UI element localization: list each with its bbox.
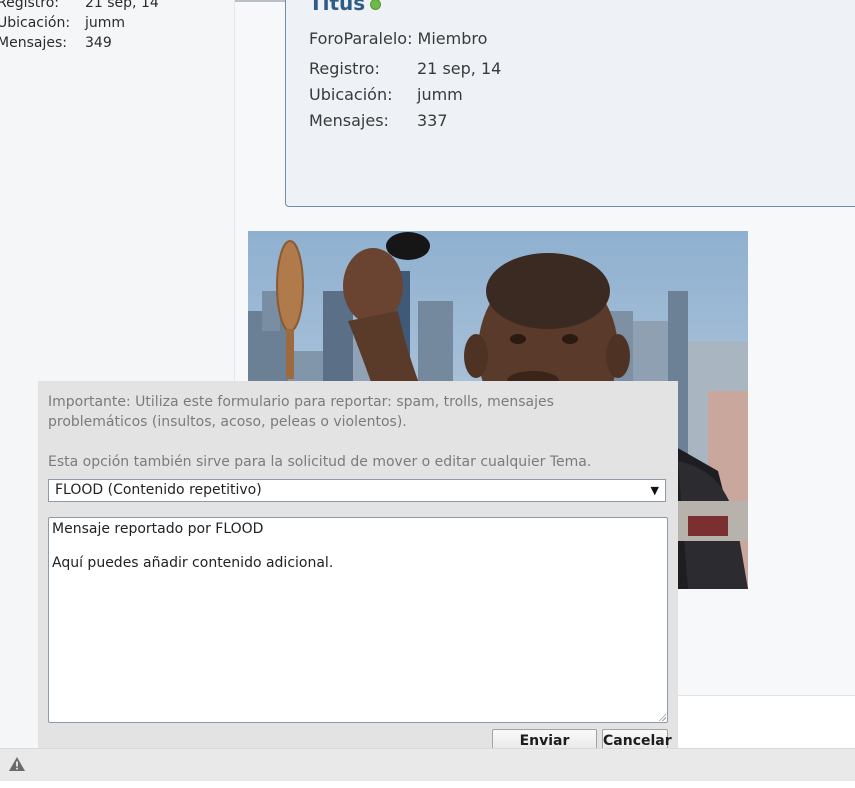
username-link[interactable]: Titus xyxy=(309,0,365,15)
move-note: Esta opción también sirve para la solici… xyxy=(48,454,592,470)
left-profile-info: Registro: 21 sep, 14 Ubicación: jumm Men… xyxy=(0,0,159,53)
bottom-toolbar xyxy=(0,748,855,781)
user-role: ForoParalelo: Miembro xyxy=(309,29,488,48)
card-info-value: jumm xyxy=(417,85,463,104)
card-info-row-registro: Registro: 21 sep, 14 xyxy=(309,56,501,82)
left-info-value: jumm xyxy=(85,15,126,31)
card-info-value: 337 xyxy=(417,111,448,130)
left-info-label: Mensajes: xyxy=(0,35,67,51)
left-info-label: Registro: xyxy=(0,0,60,11)
report-message-textarea[interactable]: Mensaje reportado por FLOOD Aquí puedes … xyxy=(48,517,668,723)
card-info-label: Ubicación: xyxy=(309,85,393,104)
message-line: Aquí puedes añadir contenido adicional. xyxy=(52,555,334,571)
user-name: Titus xyxy=(309,0,382,15)
left-info-value: 349 xyxy=(85,35,112,51)
important-note: Importante: Utiliza este formulario para… xyxy=(48,394,554,430)
left-info-value: 21 sep, 14 xyxy=(85,0,159,11)
online-status-icon xyxy=(370,0,382,10)
message-line: Mensaje reportado por FLOOD xyxy=(52,521,264,537)
card-info-label: Mensajes: xyxy=(309,111,389,130)
left-info-row-ubicacion: Ubicación: jumm xyxy=(0,13,159,33)
card-info-row-mensajes: Mensajes: 337 xyxy=(309,108,501,134)
resize-handle-icon[interactable] xyxy=(658,713,666,721)
left-info-row-registro: Registro: 21 sep, 14 xyxy=(0,0,159,13)
user-card-info: ForoParalelo: Miembro Registro: 21 sep, … xyxy=(309,27,501,134)
report-reason-select[interactable]: FLOOD (Contenido repetitivo) ▼ xyxy=(48,479,666,502)
warning-icon[interactable] xyxy=(8,756,26,772)
card-info-label: Registro: xyxy=(309,59,380,78)
left-info-label: Ubicación: xyxy=(0,15,71,31)
card-info-value: 21 sep, 14 xyxy=(417,59,502,78)
dropdown-arrow-icon[interactable]: ▼ xyxy=(651,480,659,501)
report-reason-value: FLOOD (Contenido repetitivo) xyxy=(55,482,262,498)
left-info-row-mensajes: Mensajes: 349 xyxy=(0,33,159,53)
card-info-row-ubicacion: Ubicación: jumm xyxy=(309,82,501,108)
